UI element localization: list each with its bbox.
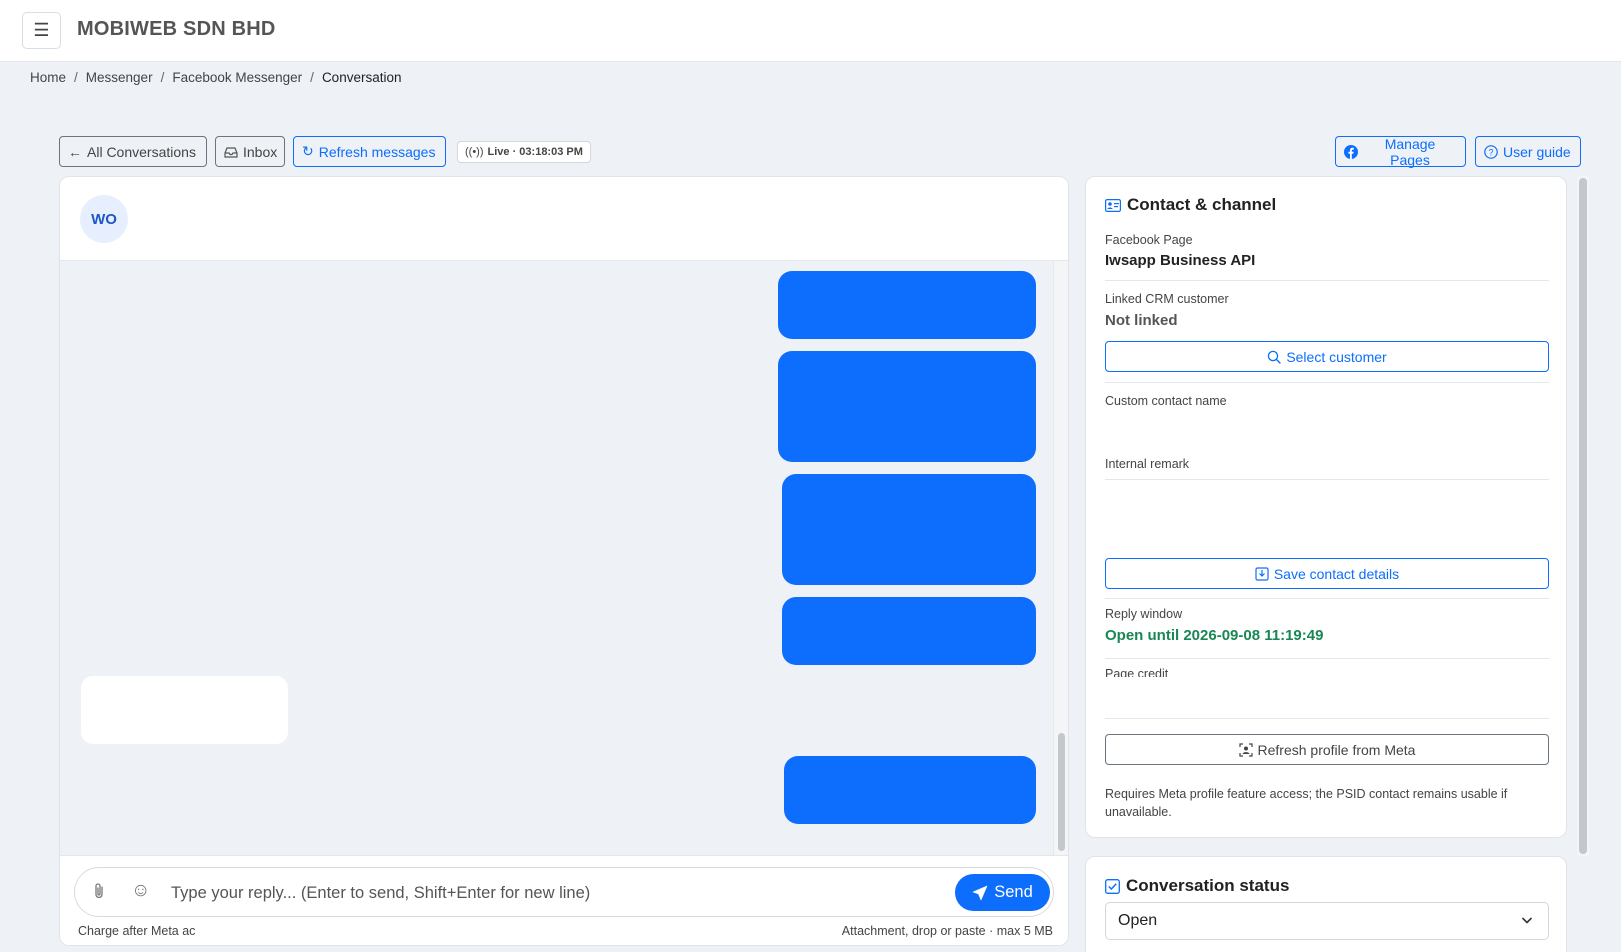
person-badge-icon xyxy=(1238,742,1253,757)
linked-crm-value: Not linked xyxy=(1105,312,1178,329)
outgoing-message-bubble xyxy=(782,597,1036,665)
message-list[interactable] xyxy=(60,261,1068,855)
arrow-left-icon: ← xyxy=(68,143,82,160)
side-scrollbar[interactable] xyxy=(1577,176,1589,856)
avatar: WO xyxy=(80,195,128,243)
divider xyxy=(1105,382,1549,383)
composer: ☺ Send xyxy=(74,867,1054,917)
select-customer-label: Select customer xyxy=(1286,348,1387,365)
breadcrumb-messenger[interactable]: Messenger xyxy=(86,70,153,85)
attachment-hint: Attachment, drop or paste · max 5 MB xyxy=(841,924,1053,938)
divider xyxy=(1105,479,1549,480)
send-icon xyxy=(972,885,988,900)
message-scrollbar[interactable] xyxy=(1053,261,1068,855)
save-icon xyxy=(1255,566,1269,581)
custom-name-input[interactable] xyxy=(1105,415,1549,445)
reply-window-value: Open until 2026-09-08 11:19:49 xyxy=(1105,627,1324,644)
hamburger-icon: ☰ xyxy=(33,20,50,40)
facebook-page-label: Facebook Page xyxy=(1105,233,1193,247)
linked-crm-label: Linked CRM customer xyxy=(1105,292,1229,306)
all-conversations-button[interactable]: ← All Conversations xyxy=(59,136,207,167)
send-button[interactable]: Send xyxy=(955,874,1050,911)
divider xyxy=(1105,598,1549,599)
page-credit-label-clip: Page credit xyxy=(1105,667,1549,677)
broadcast-icon: ((•)) xyxy=(465,146,484,158)
paperclip-icon[interactable] xyxy=(93,882,105,905)
save-contact-label: Save contact details xyxy=(1273,565,1400,582)
conversation-status-title: Conversation status xyxy=(1105,876,1289,896)
internal-remark-label: Internal remark xyxy=(1105,457,1190,471)
manage-pages-button[interactable]: Manage Pages xyxy=(1335,135,1466,168)
breadcrumb-separator: / xyxy=(160,70,165,85)
all-conversations-label: All Conversations xyxy=(87,143,196,160)
user-guide-button[interactable]: ? User guide xyxy=(1475,136,1581,167)
send-label: Send xyxy=(994,883,1033,901)
refresh-messages-label: Refresh messages xyxy=(318,143,436,160)
contact-panel-title: Contact & channel xyxy=(1105,195,1276,215)
inbox-label: Inbox xyxy=(243,143,278,160)
contact-card-icon xyxy=(1105,198,1121,212)
outgoing-message-bubble xyxy=(778,271,1036,339)
conversation-header: WO xyxy=(60,177,1068,261)
inbox-button[interactable]: Inbox xyxy=(215,136,285,167)
emoji-icon[interactable]: ☺ xyxy=(131,880,150,902)
facebook-icon xyxy=(1344,144,1358,159)
breadcrumb-current: Conversation xyxy=(321,70,402,85)
manage-pages-label: Manage Pages xyxy=(1384,135,1436,168)
charge-note: Charge after Meta ac xyxy=(78,924,196,938)
refresh-profile-button[interactable]: Refresh profile from Meta xyxy=(1105,734,1549,765)
reply-input[interactable] xyxy=(171,880,931,906)
conversation-status-title-text: Conversation status xyxy=(1126,876,1290,895)
side-scrollbar-thumb[interactable] xyxy=(1579,178,1587,854)
breadcrumb-separator: / xyxy=(74,70,78,85)
check-square-icon xyxy=(1105,878,1120,894)
contact-title-text: Contact & channel xyxy=(1127,195,1277,214)
live-status-badge: ((•)) Live · 03:18:03 PM xyxy=(457,141,591,163)
select-customer-button[interactable]: Select customer xyxy=(1105,341,1549,372)
inbox-icon xyxy=(224,146,238,158)
contact-panel: Contact & channel Facebook Page Iwsapp B… xyxy=(1085,176,1567,838)
breadcrumb-home[interactable]: Home xyxy=(30,70,66,85)
refresh-icon: ↻ xyxy=(302,143,314,159)
breadcrumb-facebook-messenger[interactable]: Facebook Messenger xyxy=(172,70,302,85)
outgoing-message-bubble xyxy=(784,756,1036,824)
top-bar: ☰ MOBIWEB SDN BHD xyxy=(0,0,1621,62)
chevron-down-icon xyxy=(1521,917,1533,924)
reply-window-label: Reply window xyxy=(1105,607,1183,621)
profile-note: Requires Meta profile feature access; th… xyxy=(1105,787,1508,819)
company-name: MOBIWEB SDN BHD xyxy=(77,18,276,40)
custom-name-label: Custom contact name xyxy=(1105,394,1227,408)
conversation-status-value: Open xyxy=(1118,912,1158,929)
refresh-profile-label: Refresh profile from Meta xyxy=(1257,741,1416,758)
refresh-messages-button[interactable]: ↻ Refresh messages xyxy=(293,136,446,167)
internal-remark-input[interactable] xyxy=(1105,482,1549,552)
composer-area: ☺ Send Charge after Meta ac Attachment, … xyxy=(60,855,1068,945)
divider xyxy=(1105,658,1549,659)
user-guide-label: User guide xyxy=(1503,143,1571,160)
conversation-status-select[interactable]: Open xyxy=(1105,902,1549,940)
incoming-message-bubble xyxy=(81,676,288,744)
divider xyxy=(1105,280,1549,281)
menu-toggle-button[interactable]: ☰ xyxy=(22,12,61,49)
facebook-page-value: Iwsapp Business API xyxy=(1105,252,1256,269)
svg-text:?: ? xyxy=(1488,147,1493,157)
breadcrumb-separator: / xyxy=(310,70,314,85)
conversation-panel: WO ☺ Send Charge after Meta ac Attachmen… xyxy=(59,176,1069,946)
breadcrumb: Home / Messenger / Facebook Messenger / … xyxy=(30,70,401,85)
outgoing-message-bubble xyxy=(782,474,1036,585)
conversation-status-panel: Conversation status Open xyxy=(1085,856,1567,952)
search-icon xyxy=(1268,350,1282,364)
save-contact-button[interactable]: Save contact details xyxy=(1105,558,1549,589)
help-circle-icon: ? xyxy=(1484,144,1498,159)
outgoing-message-bubble xyxy=(778,351,1036,462)
divider xyxy=(1105,718,1549,719)
live-status-text: Live · 03:18:03 PM xyxy=(487,146,583,158)
message-scrollbar-thumb[interactable] xyxy=(1058,733,1065,851)
page-credit-label: Page credit xyxy=(1105,667,1169,677)
